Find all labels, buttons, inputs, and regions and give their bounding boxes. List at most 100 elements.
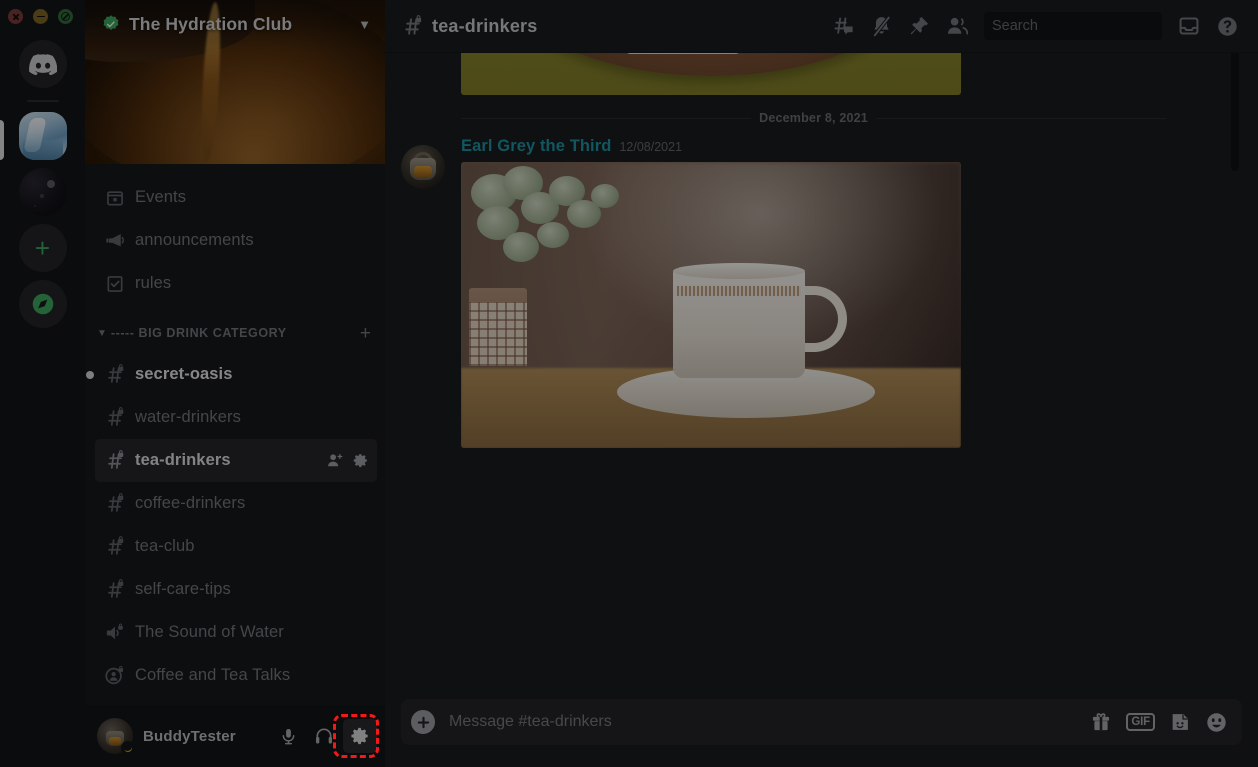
status-badge	[121, 741, 135, 755]
sidebar-item-water-drinkers[interactable]: water-drinkers	[95, 396, 377, 439]
gear-icon	[351, 727, 368, 745]
explore-servers-button[interactable]	[18, 280, 67, 328]
message-scrollbar[interactable]	[1231, 53, 1239, 171]
hash-locked-icon	[399, 13, 425, 39]
server-header-button[interactable]: The Hydration Club ▼	[85, 0, 385, 48]
invite-person-icon[interactable]	[326, 452, 344, 470]
sidebar-item-label: tea-drinkers	[135, 451, 231, 469]
sidebar-item-self-care-tips[interactable]: self-care-tips	[95, 568, 377, 611]
members-icon	[947, 17, 968, 35]
message-input[interactable]	[449, 713, 1091, 731]
server-rail-item-home[interactable]	[18, 40, 67, 88]
sidebar-item-rules[interactable]: rules	[95, 262, 377, 305]
unread-indicator	[86, 370, 94, 379]
sidebar-item-label: self-care-tips	[135, 580, 231, 598]
channel-topbar: tea-drinkers	[385, 0, 1258, 53]
sidebar-item-label: Events	[135, 188, 187, 206]
rail-slot-explore	[0, 280, 85, 336]
pinned-messages-button[interactable]	[902, 9, 936, 43]
sidebar-item-label: secret-oasis	[135, 365, 233, 383]
search-box[interactable]	[984, 12, 1179, 40]
user-settings-button[interactable]	[343, 719, 377, 753]
sidebar-item-tea-club[interactable]: tea-club	[95, 525, 377, 568]
inbox-button[interactable]	[1172, 9, 1206, 43]
gift-button[interactable]	[1090, 711, 1112, 733]
window-controls	[8, 9, 73, 24]
help-button[interactable]	[1210, 9, 1244, 43]
rail-slot-add: +	[0, 224, 85, 280]
rail-separator	[26, 100, 59, 102]
deafen-button[interactable]	[307, 719, 341, 753]
sidebar-item-announcements[interactable]: announcements	[95, 219, 377, 262]
plus-circle-icon[interactable]	[411, 710, 435, 734]
rail-slot-hydration	[0, 112, 85, 168]
server-name: The Hydration Club	[129, 13, 293, 34]
calendar-icon	[103, 186, 127, 210]
message-composer[interactable]: GIF	[401, 699, 1242, 745]
rail-slot-dark	[0, 168, 85, 224]
avatar[interactable]	[97, 718, 135, 755]
server-rail-item-dark-server[interactable]	[18, 168, 67, 216]
chevron-down-icon: ▼	[97, 327, 107, 339]
avatar[interactable]	[401, 145, 445, 189]
tea-set-tray-illustration[interactable]	[461, 53, 961, 95]
sidebar-item-events[interactable]: Events	[95, 176, 377, 219]
server-banner: The Hydration Club ▼	[85, 0, 385, 164]
sticker-button[interactable]	[1169, 711, 1191, 733]
rules-checkbox-icon	[103, 272, 127, 296]
microphone-icon	[282, 728, 294, 744]
threads-button[interactable]	[826, 9, 860, 43]
inbox-icon	[1179, 17, 1199, 35]
lemon-plate-shape	[622, 53, 744, 55]
gif-button[interactable]: GIF	[1126, 713, 1155, 731]
help-circle-icon	[1217, 16, 1237, 36]
page-title: tea-drinkers	[432, 15, 538, 36]
photo-plant	[467, 166, 627, 298]
composer-area: GIF	[385, 699, 1258, 767]
server-rail-item-the-hydration-club[interactable]	[18, 112, 67, 160]
user-panel-actions	[271, 719, 377, 753]
add-server-button[interactable]: +	[18, 224, 67, 272]
stage-locked-icon	[103, 664, 127, 688]
sidebar-item-coffee-and-tea-talks[interactable]: Coffee and Tea Talks	[95, 654, 377, 697]
sidebar-item-label: Coffee and Tea Talks	[135, 666, 291, 684]
date-divider-label: December 8, 2021	[759, 111, 868, 125]
sidebar-item-tea-drinkers[interactable]: tea-drinkers	[95, 439, 377, 482]
emoji-icon	[1207, 712, 1226, 732]
main-content: tea-drinkers Search December 8, 2021 Ear…	[385, 0, 1258, 767]
hash-locked-icon	[103, 535, 127, 559]
white-teacup-photo[interactable]	[461, 162, 961, 448]
create-channel-plus-icon[interactable]: +	[360, 324, 371, 343]
sidebar-item-label: tea-club	[135, 537, 195, 555]
hash-locked-icon	[103, 406, 127, 430]
chevron-down-icon: ▼	[358, 16, 371, 32]
selected-server-indicator	[0, 120, 4, 160]
sidebar-item-coffee-drinkers[interactable]: coffee-drinkers	[95, 482, 377, 525]
member-list-button[interactable]	[940, 9, 974, 43]
sticker-icon	[1172, 714, 1189, 730]
date-divider: December 8, 2021	[461, 111, 1167, 125]
server-rail: +	[0, 0, 85, 767]
sidebar-item-the-sound-of-water[interactable]: The Sound of Water	[95, 611, 377, 654]
search-input[interactable]	[992, 18, 1179, 34]
window-maximize-button[interactable]	[58, 9, 73, 24]
emoji-button[interactable]	[1205, 711, 1228, 734]
sidebar-item-label: coffee-drinkers	[135, 494, 246, 512]
sidebar-item-secret-oasis[interactable]: secret-oasis	[86, 353, 377, 396]
channel-list: Events announcements rules ▼ ----- BIG D…	[85, 164, 385, 705]
category-label: ----- BIG DRINK CATEGORY	[110, 326, 287, 340]
message-author[interactable]: Earl Grey the Third	[461, 137, 611, 156]
threads-icon	[833, 16, 853, 35]
gear-icon[interactable]	[352, 452, 369, 469]
discord-app-window: + The Hydration Club ▼ Events announceme…	[0, 0, 1258, 767]
user-panel: BuddyTester	[85, 705, 385, 767]
notification-settings-button[interactable]	[864, 9, 898, 43]
message-timestamp: 12/08/2021	[619, 140, 683, 154]
window-minimize-button[interactable]	[33, 9, 48, 24]
photo-cup	[673, 263, 805, 378]
message-list[interactable]: December 8, 2021 Earl Grey the Third 12/…	[385, 53, 1258, 699]
window-close-button[interactable]	[8, 9, 23, 24]
category-header-big-drink-category[interactable]: ▼ ----- BIG DRINK CATEGORY +	[85, 313, 385, 353]
mute-button[interactable]	[271, 719, 305, 753]
channel-actions	[326, 452, 369, 470]
